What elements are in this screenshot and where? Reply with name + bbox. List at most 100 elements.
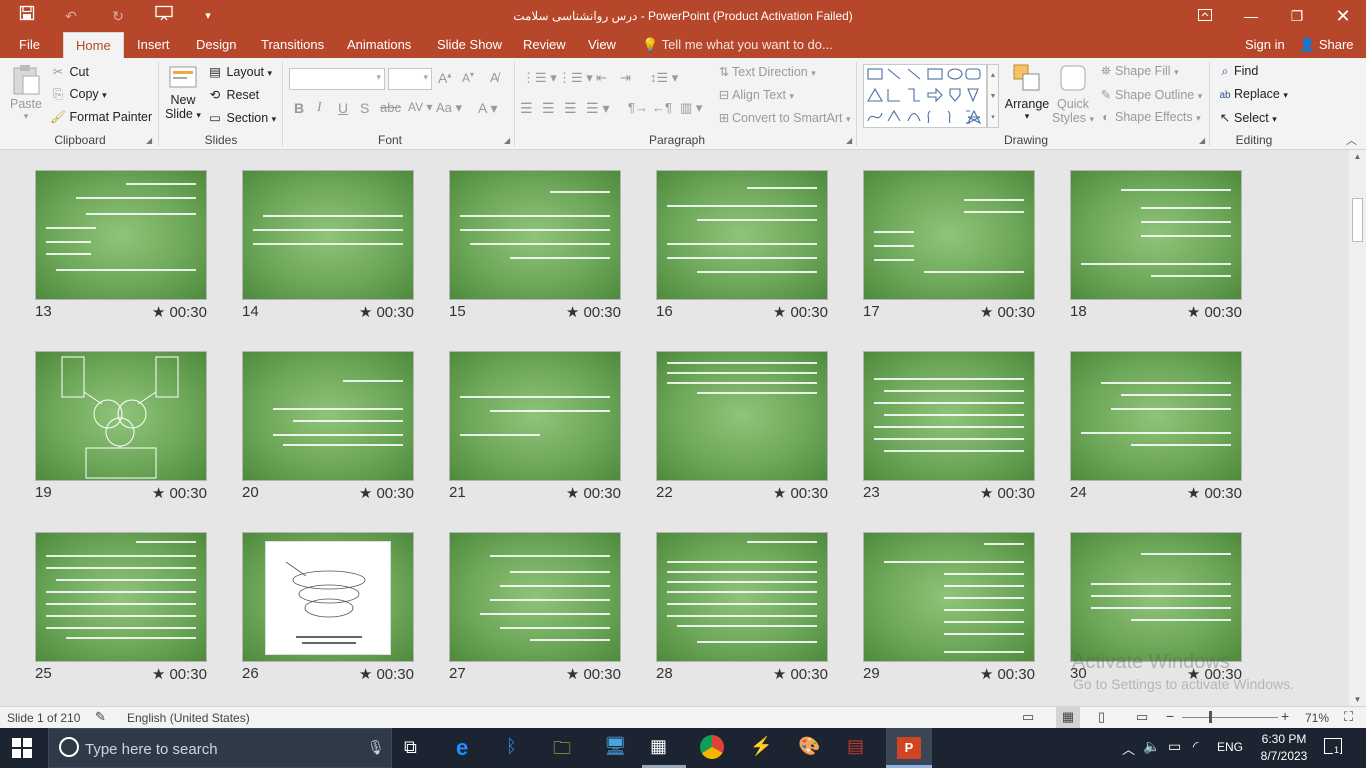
chrome-icon[interactable] bbox=[700, 735, 724, 759]
tab-home[interactable]: Home bbox=[63, 32, 124, 58]
italic-icon[interactable]: I bbox=[317, 100, 322, 116]
vertical-scrollbar[interactable]: ▲ ▼ bbox=[1349, 150, 1366, 706]
slide-thumbnail[interactable] bbox=[449, 170, 621, 300]
character-spacing-icon[interactable]: AV ▾ bbox=[408, 100, 432, 114]
notes-edit-icon[interactable]: ✎ bbox=[95, 709, 106, 725]
slide-thumbnail[interactable] bbox=[242, 532, 414, 662]
scroll-thumb[interactable] bbox=[1352, 198, 1363, 242]
font-name-dropdown-icon[interactable]: ▾ bbox=[376, 72, 381, 83]
slide-show-view-icon[interactable]: ▭ bbox=[1136, 709, 1148, 725]
layout-button[interactable]: ▤ Layout ▾ bbox=[207, 64, 272, 79]
font-size-box[interactable]: ▾ bbox=[388, 68, 432, 90]
slide-sorter-view-icon[interactable]: ▦ bbox=[1056, 706, 1080, 728]
font-name-box[interactable]: ▾ bbox=[289, 68, 385, 90]
slide-thumbnail[interactable] bbox=[449, 532, 621, 662]
close-icon[interactable]: ✕ bbox=[1328, 0, 1358, 32]
redo-icon[interactable]: ↻ bbox=[105, 0, 131, 32]
slide-thumbnail[interactable] bbox=[449, 351, 621, 481]
edge-browser-icon[interactable]: e bbox=[456, 735, 468, 761]
slide-thumbnail[interactable] bbox=[35, 532, 207, 662]
battery-icon[interactable]: ▭ bbox=[1168, 738, 1181, 755]
slide-thumbnail[interactable] bbox=[863, 170, 1035, 300]
slide-thumbnail[interactable] bbox=[242, 170, 414, 300]
find-button[interactable]: ⌕ Find bbox=[1216, 64, 1258, 79]
shapes-gallery[interactable] bbox=[863, 64, 987, 128]
fit-to-window-icon[interactable]: ⛶ bbox=[1344, 709, 1353, 725]
input-language[interactable]: ENG bbox=[1217, 740, 1243, 754]
columns-icon[interactable]: ▥ ▾ bbox=[680, 100, 702, 116]
slide-thumbnail[interactable] bbox=[1070, 170, 1242, 300]
rtl-icon[interactable]: ←¶ bbox=[652, 100, 672, 115]
slide-thumbnail[interactable] bbox=[863, 532, 1035, 662]
paste-button[interactable]: Paste ▾ bbox=[10, 64, 42, 122]
bluetooth-icon[interactable]: ᛒ bbox=[506, 736, 517, 757]
collapse-ribbon-icon[interactable]: ︿ bbox=[1346, 132, 1357, 148]
shape-outline-button[interactable]: ✎ Shape Outline ▾ bbox=[1097, 87, 1203, 102]
ltr-icon[interactable]: ¶→ bbox=[628, 100, 648, 115]
sign-in-link[interactable]: Sign in bbox=[1245, 32, 1285, 58]
tab-view[interactable]: View bbox=[588, 32, 616, 58]
shape-fill-button[interactable]: ⛯ Shape Fill ▾ bbox=[1097, 64, 1179, 79]
tab-transitions[interactable]: Transitions bbox=[261, 32, 324, 58]
tab-insert[interactable]: Insert bbox=[137, 32, 170, 58]
align-center-icon[interactable]: ☰ bbox=[542, 100, 555, 117]
clear-formatting-icon[interactable]: A̸ bbox=[490, 70, 499, 85]
bold-icon[interactable]: B bbox=[294, 100, 304, 116]
format-painter-button[interactable]: 🖌 Format Painter bbox=[50, 110, 152, 125]
ribbon-display-options-icon[interactable] bbox=[1192, 0, 1218, 32]
powerpoint-taskbar-button[interactable]: P bbox=[886, 728, 932, 768]
microphone-icon[interactable]: 🎙 bbox=[367, 739, 385, 756]
undo-icon[interactable]: ↶ bbox=[58, 0, 84, 32]
align-right-icon[interactable]: ☰ bbox=[564, 100, 577, 117]
start-from-beginning-icon[interactable] bbox=[150, 0, 178, 32]
reading-view-icon[interactable]: ▯ bbox=[1098, 709, 1105, 725]
paragraph-launcher-icon[interactable]: ◢ bbox=[846, 136, 852, 145]
tell-me-box[interactable]: 💡 Tell me what you want to do... bbox=[642, 32, 833, 58]
bullets-icon[interactable]: ⋮☰ ▾ bbox=[522, 70, 557, 86]
zoom-slider[interactable] bbox=[1182, 717, 1278, 718]
font-launcher-icon[interactable]: ◢ bbox=[504, 136, 510, 145]
normal-view-icon[interactable]: ▭ bbox=[1022, 709, 1034, 725]
tab-file[interactable]: File bbox=[19, 32, 40, 58]
slide-thumbnail[interactable] bbox=[35, 170, 207, 300]
calculator-app-icon[interactable]: ▦ bbox=[650, 736, 667, 757]
zoom-slider-thumb[interactable] bbox=[1209, 711, 1212, 723]
replace-button[interactable]: ab Replace ▾ bbox=[1216, 87, 1287, 101]
convert-smartart-button[interactable]: ⊞ Convert to SmartArt ▾ bbox=[716, 110, 851, 125]
scroll-up-icon[interactable]: ▲ bbox=[1349, 152, 1366, 161]
clock[interactable]: 6:30 PM 8/7/2023 bbox=[1252, 731, 1316, 765]
drawing-launcher-icon[interactable]: ◢ bbox=[1199, 136, 1205, 145]
increase-indent-icon[interactable]: ⇥ bbox=[620, 70, 631, 86]
grow-font-icon[interactable]: A▴ bbox=[438, 70, 451, 86]
slide-thumbnail[interactable] bbox=[656, 170, 828, 300]
align-left-icon[interactable]: ☰ bbox=[520, 100, 533, 117]
copy-button[interactable]: ⎘ Copy ▾ bbox=[50, 87, 107, 102]
slide-thumbnail[interactable] bbox=[242, 351, 414, 481]
slide-thumbnail[interactable] bbox=[656, 351, 828, 481]
language-status[interactable]: English (United States) bbox=[127, 711, 250, 725]
font-color-icon[interactable]: A ▾ bbox=[478, 100, 497, 117]
shapes-gallery-scroll[interactable]: ▲ ▼ ▾ bbox=[987, 64, 999, 128]
change-case-icon[interactable]: Aa ▾ bbox=[436, 100, 462, 116]
tools-app-icon[interactable]: ⚡ bbox=[750, 736, 772, 757]
restore-icon[interactable]: ❐ bbox=[1282, 0, 1312, 32]
quick-styles-button[interactable]: Quick Styles ▾ bbox=[1052, 62, 1094, 125]
tab-review[interactable]: Review bbox=[523, 32, 566, 58]
notification-center-icon[interactable]: 1 bbox=[1324, 738, 1342, 755]
minimize-icon[interactable]: — bbox=[1236, 0, 1266, 32]
slide-thumbnail[interactable] bbox=[35, 351, 207, 481]
show-hidden-icons-icon[interactable]: ︿ bbox=[1122, 739, 1135, 758]
line-spacing-icon[interactable]: ↕☰ ▾ bbox=[650, 70, 678, 86]
cut-button[interactable]: ✂ Cut bbox=[50, 64, 89, 79]
text-direction-button[interactable]: ⇅ Text Direction ▾ bbox=[716, 64, 816, 79]
select-button[interactable]: ↖ Select ▾ bbox=[1216, 110, 1277, 125]
volume-icon[interactable]: 🔈 bbox=[1143, 738, 1160, 755]
tab-animations[interactable]: Animations bbox=[347, 32, 411, 58]
network-icon[interactable]: ◜ bbox=[1193, 738, 1198, 755]
archive-app-icon[interactable]: ▤ bbox=[847, 736, 864, 757]
save-icon[interactable] bbox=[14, 0, 40, 32]
windows-start-icon[interactable] bbox=[12, 738, 32, 761]
tab-design[interactable]: Design bbox=[196, 32, 236, 58]
numbering-icon[interactable]: ⋮☰ ▾ bbox=[558, 70, 593, 86]
zoom-out-icon[interactable]: − bbox=[1166, 708, 1174, 724]
